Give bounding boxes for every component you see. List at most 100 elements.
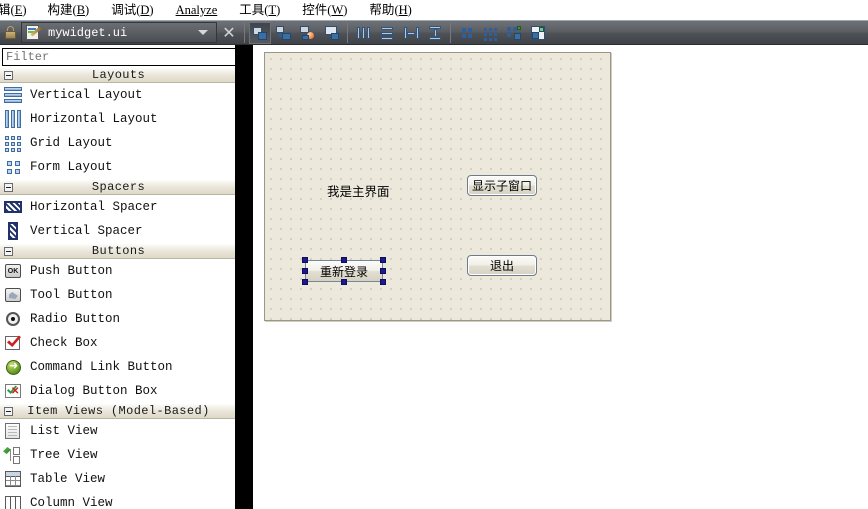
adjust-size-button[interactable] (527, 22, 549, 44)
edit-buddies-button[interactable] (297, 22, 319, 44)
close-file-button[interactable]: ✕ (217, 22, 241, 44)
widget-item-list-view[interactable]: List View (0, 419, 236, 443)
collapse-icon[interactable] (4, 70, 13, 80)
form-canvas[interactable]: 我是主界面 显示子窗口 重新登录 退出 (264, 52, 611, 321)
section-header-spacers[interactable]: Spacers (0, 179, 236, 195)
menu-build-mnemonic: B (76, 3, 86, 17)
menu-build-label: 构建 (47, 3, 73, 17)
resize-handle-middle-right[interactable] (380, 268, 386, 274)
resize-handle-bottom-center[interactable] (341, 279, 347, 285)
widget-item-label: Table View (30, 472, 106, 486)
menu-tools-label: 工具 (239, 3, 265, 17)
break-layout-icon (506, 25, 522, 41)
layout-vertically-button[interactable] (376, 22, 398, 44)
menu-tools[interactable]: 工具(T) (228, 0, 291, 20)
collapse-icon[interactable] (4, 246, 13, 256)
form-editor-area: 我是主界面 显示子窗口 重新登录 退出 (253, 45, 868, 509)
menu-analyze[interactable]: Analyze (165, 0, 229, 20)
check-box-icon (3, 333, 23, 353)
widget-item-label: Command Link Button (30, 360, 173, 374)
menu-help[interactable]: 帮助(H) (358, 0, 422, 20)
menu-tools-mnemonic: T (268, 3, 277, 17)
section-title: Spacers (91, 180, 146, 194)
edit-signals-slots-button[interactable] (273, 22, 295, 44)
horizontal-spacer-icon (3, 197, 23, 217)
lock-icon[interactable] (2, 23, 19, 43)
command-link-button-icon (3, 357, 23, 377)
resize-handle-bottom-right[interactable] (380, 279, 386, 285)
grid-layout-icon (3, 133, 23, 153)
widget-item-vertical-layout[interactable]: Vertical Layout (0, 83, 236, 107)
widget-item-label: Dialog Button Box (30, 384, 158, 398)
resize-handle-top-left[interactable] (302, 257, 308, 263)
section-title: Item Views (Model-Based) (27, 404, 210, 418)
button-quit[interactable]: 退出 (467, 255, 537, 276)
resize-handle-bottom-left[interactable] (302, 279, 308, 285)
widget-item-dialog-button-box[interactable]: ✕ Dialog Button Box (0, 379, 236, 403)
tree-view-icon (3, 445, 23, 465)
resize-handle-top-right[interactable] (380, 257, 386, 263)
filter-input[interactable] (2, 48, 236, 66)
collapse-icon[interactable] (4, 406, 13, 416)
widget-item-table-view[interactable]: Table View (0, 467, 236, 491)
menu-edit-mnemonic: E (14, 3, 23, 17)
widget-item-horizontal-spacer[interactable]: Horizontal Spacer (0, 195, 236, 219)
menu-edit-label: 辑 (0, 3, 11, 17)
resize-handle-top-center[interactable] (341, 257, 347, 263)
column-view-icon (3, 493, 23, 509)
splitter-vertical-icon (427, 25, 443, 41)
widget-item-radio-button[interactable]: Radio Button (0, 307, 236, 331)
label-main-window[interactable]: 我是主界面 (327, 181, 390, 200)
widget-item-label: List View (30, 424, 98, 438)
section-header-item-views[interactable]: Item Views (Model-Based) (0, 403, 236, 419)
edit-signals-slots-icon (276, 25, 292, 41)
chevron-down-icon[interactable] (198, 30, 208, 35)
widget-item-horizontal-layout[interactable]: Horizontal Layout (0, 107, 236, 131)
widget-item-label: Vertical Layout (30, 88, 143, 102)
qt-designer-window: 辑(E) 构建(B) 调试(D) Analyze 工具(T) 控件(W) 帮助(… (0, 0, 868, 509)
menu-debug[interactable]: 调试(D) (100, 0, 164, 20)
menu-help-label: 帮助 (369, 3, 395, 17)
resize-handle-middle-left[interactable] (302, 268, 308, 274)
section-title: Layouts (91, 68, 146, 82)
layout-grid-button[interactable] (479, 22, 501, 44)
menu-build[interactable]: 构建(B) (37, 0, 101, 20)
widget-item-command-link-button[interactable]: Command Link Button (0, 355, 236, 379)
break-layout-button[interactable] (503, 22, 525, 44)
widget-item-column-view[interactable]: Column View (0, 491, 236, 509)
section-header-layouts[interactable]: Layouts (0, 67, 236, 83)
menu-widgets[interactable]: 控件(W) (291, 0, 358, 20)
panel-splitter[interactable] (236, 45, 253, 509)
list-view-icon (3, 421, 23, 441)
table-view-icon (3, 469, 23, 489)
widget-item-label: Vertical Spacer (30, 224, 143, 238)
widget-item-label: Tree View (30, 448, 98, 462)
widget-item-label: Form Layout (30, 160, 113, 174)
menu-help-mnemonic: H (398, 3, 408, 17)
widget-item-form-layout[interactable]: Form Layout (0, 155, 236, 179)
widget-item-vertical-spacer[interactable]: Vertical Spacer (0, 219, 236, 243)
open-file-combo[interactable]: mywidget.ui (21, 22, 217, 43)
tool-button-icon (3, 285, 23, 305)
button-show-child-window[interactable]: 显示子窗口 (467, 175, 537, 196)
ui-file-icon (25, 25, 42, 40)
layout-horizontally-button[interactable] (352, 22, 374, 44)
edit-buddies-icon (300, 25, 316, 41)
edit-widgets-button[interactable] (249, 21, 271, 44)
widget-item-tree-view[interactable]: Tree View (0, 443, 236, 467)
widget-item-grid-layout[interactable]: Grid Layout (0, 131, 236, 155)
layout-splitter-v-button[interactable] (424, 22, 446, 44)
section-header-buttons[interactable]: Buttons (0, 243, 236, 259)
widget-item-push-button[interactable]: OK Push Button (0, 259, 236, 283)
widget-item-label: Horizontal Spacer (30, 200, 158, 214)
menu-analyze-label: Analyze (175, 3, 218, 17)
layout-form-button[interactable] (455, 22, 477, 44)
menu-edit[interactable]: 辑(E) (0, 0, 37, 20)
collapse-icon[interactable] (4, 182, 13, 192)
layout-splitter-h-button[interactable] (400, 22, 422, 44)
widget-item-label: Push Button (30, 264, 113, 278)
widget-item-check-box[interactable]: Check Box (0, 331, 236, 355)
button-relogin-selection[interactable]: 重新登录 (302, 257, 386, 285)
widget-item-tool-button[interactable]: Tool Button (0, 283, 236, 307)
edit-tab-order-button[interactable] (321, 22, 343, 44)
